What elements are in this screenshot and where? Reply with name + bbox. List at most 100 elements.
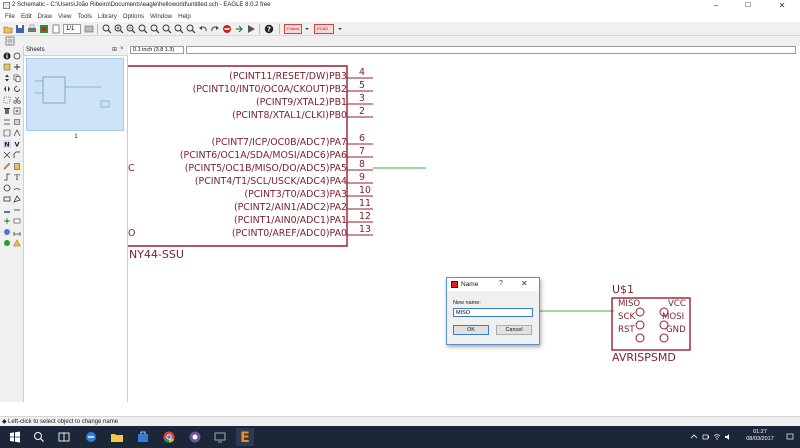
cam-icon[interactable]: [84, 24, 94, 34]
pinswap-icon[interactable]: [3, 118, 11, 126]
menu-view[interactable]: View: [55, 12, 74, 22]
help-icon[interactable]: ?: [264, 24, 274, 34]
dimension-icon[interactable]: [13, 228, 21, 236]
redo-icon[interactable]: [210, 24, 220, 34]
maximize-button[interactable]: ☐: [738, 1, 758, 11]
dropdown-arrow-icon[interactable]: [302, 24, 309, 34]
menu-options[interactable]: Options: [120, 12, 147, 22]
attribute-icon[interactable]: [3, 228, 11, 236]
add-icon[interactable]: [13, 107, 21, 115]
show-icon[interactable]: [13, 52, 21, 60]
github-icon[interactable]: [188, 430, 202, 444]
circle-icon[interactable]: [3, 184, 11, 192]
go-icon[interactable]: [234, 24, 244, 34]
zoom-box-icon[interactable]: [186, 24, 196, 34]
arc-icon[interactable]: [13, 184, 21, 192]
move-icon[interactable]: [3, 74, 11, 82]
info-icon[interactable]: [3, 52, 11, 60]
network-icon[interactable]: [713, 433, 721, 441]
label-icon[interactable]: [13, 217, 21, 225]
display-icon[interactable]: [3, 63, 11, 71]
close-panel-icon[interactable]: ×: [120, 46, 124, 52]
print-icon[interactable]: [27, 24, 37, 34]
bus-icon[interactable]: [3, 206, 11, 214]
sheet-preview: [35, 76, 110, 108]
zoom-last-icon[interactable]: [162, 24, 172, 34]
dropdown-arrow-icon[interactable]: [335, 24, 342, 34]
delete-icon[interactable]: [3, 107, 11, 115]
grid-icon[interactable]: [5, 36, 15, 46]
cut-icon[interactable]: [13, 96, 21, 104]
menu-window[interactable]: Window: [147, 12, 175, 22]
clock[interactable]: 01:27 08/03/2017: [738, 429, 782, 443]
menu-help[interactable]: Help: [175, 12, 194, 22]
junction-icon[interactable]: [3, 217, 11, 225]
menu-library[interactable]: Library: [95, 12, 120, 22]
eagle-taskbar-icon[interactable]: E: [236, 428, 254, 446]
sheet-select[interactable]: 1/1: [63, 24, 81, 34]
redraw-icon[interactable]: [138, 24, 148, 34]
run-icon[interactable]: [246, 24, 256, 34]
paste-icon[interactable]: [13, 162, 21, 170]
group-icon[interactable]: [3, 96, 11, 104]
close-button[interactable]: ✕: [772, 1, 792, 11]
menu-draw[interactable]: Draw: [35, 12, 55, 22]
net-icon[interactable]: [13, 206, 21, 214]
rect-icon[interactable]: [3, 195, 11, 203]
mark-icon[interactable]: [13, 63, 21, 71]
text-icon[interactable]: T: [13, 173, 21, 182]
pin-icon[interactable]: ⊞: [112, 46, 117, 53]
value-icon[interactable]: V: [13, 140, 21, 149]
mirror-icon[interactable]: [3, 85, 11, 93]
wire-icon[interactable]: [3, 173, 11, 181]
search-icon[interactable]: [32, 430, 46, 444]
rotate-icon[interactable]: [13, 85, 21, 93]
minimize-button[interactable]: –: [706, 1, 726, 11]
ecad-badge[interactable]: ECAD: [314, 24, 334, 34]
dialog-help-button[interactable]: ?: [499, 280, 503, 287]
windows-start-icon[interactable]: [8, 430, 22, 444]
smash-icon[interactable]: [3, 151, 11, 159]
change-icon[interactable]: [3, 162, 11, 170]
new-name-input[interactable]: [453, 308, 533, 317]
zoom-out-icon[interactable]: [126, 24, 136, 34]
dialog-close-button[interactable]: ✕: [521, 279, 528, 288]
menu-tools[interactable]: Tools: [74, 12, 94, 22]
stop-icon[interactable]: [222, 24, 232, 34]
menu-edit[interactable]: Edit: [18, 12, 35, 22]
zoom-area-icon[interactable]: [174, 24, 184, 34]
name-tool-icon[interactable]: N: [3, 140, 11, 149]
warning-icon[interactable]: [13, 239, 21, 247]
replace-icon[interactable]: [13, 118, 21, 126]
split-icon[interactable]: [13, 129, 21, 137]
gateswap-icon[interactable]: [3, 129, 11, 137]
battery-icon[interactable]: [702, 433, 710, 441]
notifications-icon[interactable]: [786, 433, 794, 441]
schematic-canvas[interactable]: 0.1 inch (3.8 1.3) (PCINT11/RESET/DW)PB3…: [128, 46, 800, 404]
volume-icon[interactable]: [724, 433, 732, 441]
zoom-in-icon[interactable]: [114, 24, 124, 34]
file-explorer-icon[interactable]: [110, 430, 124, 444]
save-icon[interactable]: [15, 24, 25, 34]
board-switch-icon[interactable]: [39, 24, 49, 34]
edge-browser-icon[interactable]: [84, 430, 98, 444]
fusion-sync-badge[interactable]: Fusion: [284, 24, 302, 34]
sheet-thumbnail[interactable]: [26, 58, 124, 131]
undo-icon[interactable]: [198, 24, 208, 34]
menu-file[interactable]: File: [0, 12, 18, 22]
polygon-icon[interactable]: [13, 195, 21, 203]
chrome-icon[interactable]: [162, 430, 176, 444]
ok-button[interactable]: OK: [453, 325, 489, 335]
miter-icon[interactable]: [13, 151, 21, 159]
cancel-button[interactable]: Cancel: [496, 325, 532, 335]
zoom-fit-icon[interactable]: [102, 24, 112, 34]
open-icon[interactable]: [3, 24, 13, 34]
erc-icon[interactable]: [3, 239, 11, 247]
monitor-app-icon[interactable]: [213, 430, 227, 444]
copy-icon[interactable]: [13, 74, 21, 82]
sheet-icon[interactable]: [51, 24, 61, 34]
task-view-icon[interactable]: [57, 430, 71, 444]
zoom-select-icon[interactable]: [150, 24, 160, 34]
store-icon[interactable]: [136, 430, 150, 444]
tray-chevron-icon[interactable]: [690, 433, 698, 441]
